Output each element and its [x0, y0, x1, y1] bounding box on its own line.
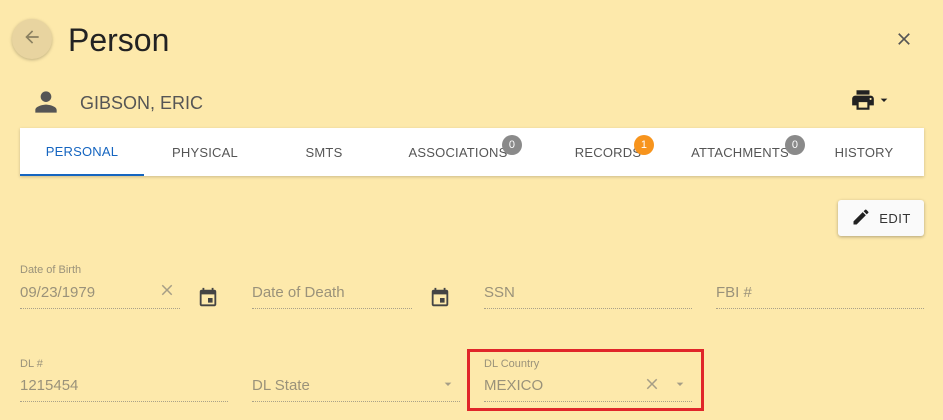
chevron-down-icon — [876, 92, 892, 113]
tab-label: ATTACHMENTS — [691, 144, 789, 160]
count-badge: 0 — [502, 135, 522, 155]
arrow-left-icon — [22, 27, 42, 52]
fbi-placeholder: FBI # — [716, 284, 752, 301]
dl-state-placeholder: DL State — [252, 377, 310, 394]
tab-physical[interactable]: PHYSICAL — [144, 128, 266, 176]
dod-placeholder: Date of Death — [252, 284, 345, 301]
field-underline — [484, 308, 692, 309]
dob-value: 09/23/1979 — [20, 284, 96, 301]
dl-number-value: 1215454 — [20, 377, 79, 394]
ssn-placeholder: SSN — [484, 284, 515, 301]
count-badge: 1 — [634, 135, 654, 155]
person-dialog: Person GIBSON, ERIC PERSONAL PHYSICAL SM… — [0, 0, 943, 420]
dl-number-label: DL # — [20, 358, 43, 370]
person-name: GIBSON, ERIC — [80, 93, 204, 113]
edit-button[interactable]: EDIT — [838, 200, 924, 236]
tab-history[interactable]: HISTORY — [804, 128, 924, 176]
dl-state-dropdown-button[interactable] — [440, 378, 456, 394]
count-badge: 0 — [785, 135, 805, 155]
edit-button-label: EDIT — [879, 210, 911, 226]
tab-label: ASSOCIATIONS — [408, 144, 508, 160]
dod-calendar-button[interactable] — [428, 287, 452, 314]
dob-label: Date of Birth — [20, 264, 82, 276]
tab-records[interactable]: RECORDS 1 — [534, 128, 682, 176]
dl-state-select[interactable]: DL State — [252, 358, 460, 404]
ssn-field[interactable]: SSN — [484, 264, 692, 310]
calendar-icon — [197, 287, 219, 314]
tab-bar: PERSONAL PHYSICAL SMTS ASSOCIATIONS 0 RE… — [20, 128, 924, 176]
tab-label: RECORDS — [574, 144, 642, 160]
close-icon — [894, 29, 914, 54]
person-icon — [30, 86, 62, 118]
printer-icon — [850, 87, 876, 118]
close-icon — [158, 281, 176, 304]
print-menu-button[interactable] — [850, 88, 896, 116]
chevron-down-icon — [440, 376, 456, 397]
back-button[interactable] — [12, 19, 52, 59]
highlight-box — [467, 349, 704, 411]
dod-field[interactable]: Date of Death — [252, 264, 412, 310]
field-underline — [20, 401, 228, 402]
field-underline — [20, 308, 180, 309]
field-underline — [252, 308, 412, 309]
tab-attachments[interactable]: ATTACHMENTS 0 — [682, 128, 805, 176]
tab-label: PERSONAL — [45, 143, 119, 159]
tab-label: SMTS — [305, 144, 343, 160]
fbi-field[interactable]: FBI # — [716, 264, 924, 310]
page-title: Person — [68, 22, 170, 58]
tab-smts[interactable]: SMTS — [266, 128, 382, 176]
field-underline — [716, 308, 924, 309]
calendar-icon — [429, 287, 451, 314]
dob-field[interactable]: Date of Birth 09/23/1979 — [20, 264, 180, 310]
close-button[interactable] — [890, 27, 918, 55]
clear-dob-button[interactable] — [157, 282, 177, 302]
field-underline — [252, 401, 460, 402]
tab-personal[interactable]: PERSONAL — [20, 128, 144, 176]
tab-associations[interactable]: ASSOCIATIONS 0 — [382, 128, 534, 176]
tab-label: PHYSICAL — [172, 144, 238, 160]
dob-calendar-button[interactable] — [196, 287, 220, 314]
dl-number-field[interactable]: DL # 1215454 — [20, 358, 228, 404]
pencil-icon — [851, 207, 871, 230]
tab-label: HISTORY — [834, 144, 894, 160]
